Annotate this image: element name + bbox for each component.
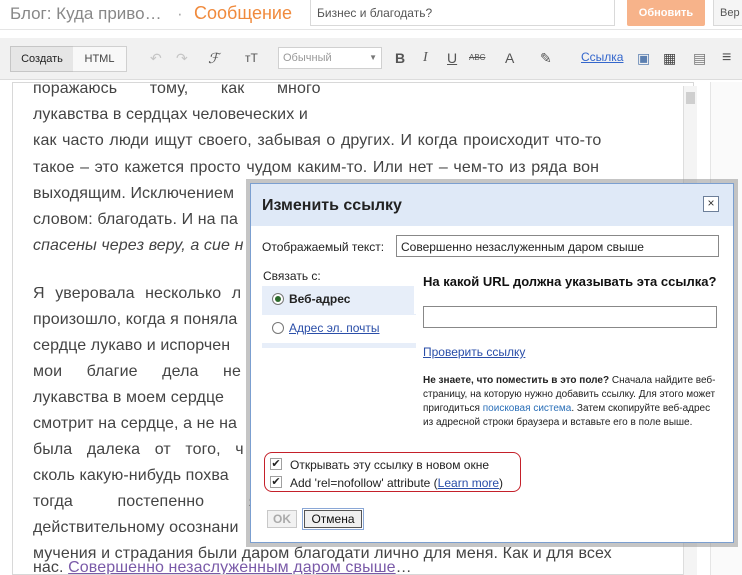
post-link[interactable]: Совершенно незаслуженным даром свыше bbox=[68, 559, 395, 574]
publish-button[interactable]: Обновить bbox=[627, 0, 705, 26]
post-line: сколь какую-нибудь похва bbox=[33, 467, 229, 484]
font-size-icon[interactable]: тТ bbox=[245, 50, 258, 66]
format-select[interactable]: Обычный ▼ bbox=[278, 47, 382, 69]
open-new-window-checkbox[interactable]: ✔ bbox=[270, 458, 282, 470]
post-line: словом: благодать. И на па bbox=[33, 211, 238, 228]
redo-icon[interactable]: ↷ bbox=[176, 50, 188, 66]
post-line: спасены через веру, а сие н bbox=[33, 237, 244, 254]
italic-icon[interactable]: I bbox=[423, 50, 428, 66]
underline-icon[interactable]: U bbox=[447, 50, 457, 66]
post-line: сердце лукаво и испорчен bbox=[33, 337, 231, 354]
text-color-icon[interactable]: A bbox=[505, 50, 514, 66]
radio-email-address[interactable] bbox=[272, 322, 284, 334]
post-text: … bbox=[395, 559, 412, 575]
post-last-line: нас. Совершенно незаслуженным даром свыш… bbox=[33, 558, 412, 575]
post-line: смотрит на сердце, а не на bbox=[33, 415, 238, 432]
preview-button[interactable]: Вер bbox=[713, 0, 742, 26]
ok-button[interactable]: OK bbox=[267, 510, 297, 528]
post-line: поражаюсь тому, как много bbox=[33, 82, 321, 97]
nofollow-label: Add 'rel=nofollow' attribute (Learn more… bbox=[290, 476, 503, 490]
scrollbar-thumb[interactable] bbox=[686, 92, 695, 104]
dialog-header: Изменить ссылку × bbox=[251, 184, 733, 226]
url-input[interactable] bbox=[423, 306, 717, 328]
tab-email-address[interactable]: Адрес эл. почты bbox=[262, 315, 416, 343]
post-line: мои благие дела не bbox=[33, 363, 241, 380]
help-bold: Не знаете, что поместить в это поле? bbox=[423, 375, 610, 386]
tab-email-address-label: Адрес эл. почты bbox=[289, 321, 380, 335]
undo-icon[interactable]: ↶ bbox=[150, 50, 162, 66]
edit-link-dialog: Изменить ссылку × Отображаемый текст: Со… bbox=[250, 183, 734, 543]
display-text-label: Отображаемый текст: bbox=[262, 240, 385, 254]
link-to-label: Связать с: bbox=[263, 269, 321, 283]
post-title-input[interactable]: Бизнес и благодать? bbox=[310, 0, 615, 26]
post-line: Я уверовала несколько л bbox=[33, 285, 242, 302]
image-icon[interactable]: ▣ bbox=[637, 50, 650, 66]
align-icon[interactable]: ≡ bbox=[722, 50, 731, 66]
editor-toolbar: Создать HTML ↶ ↷ ℱ тТ Обычный ▼ B I U AB… bbox=[0, 38, 742, 80]
dialog-title: Изменить ссылку bbox=[262, 197, 402, 214]
top-bar: Блог: Куда приво… · Сообщение Бизнес и б… bbox=[0, 0, 742, 30]
link-button[interactable]: Ссылка bbox=[581, 50, 623, 64]
post-line: лукавства в моем сердце bbox=[33, 389, 225, 406]
post-text: нас. bbox=[33, 559, 64, 575]
learn-more-link[interactable]: Learn more bbox=[438, 476, 499, 490]
radio-web-address[interactable] bbox=[272, 293, 284, 305]
post-line: была далека от того, ч bbox=[33, 441, 244, 458]
post-line: как часто люди ищут своего, забывая о др… bbox=[33, 132, 602, 149]
post-line: действительному осознани bbox=[33, 519, 239, 536]
nofollow-checkbox[interactable]: ✔ bbox=[270, 476, 282, 488]
search-engine-link[interactable]: поисковая система bbox=[483, 403, 572, 414]
blog-title[interactable]: Блог: Куда приво… bbox=[10, 4, 162, 24]
html-mode-button[interactable]: HTML bbox=[73, 46, 127, 72]
font-family-icon[interactable]: ℱ bbox=[208, 50, 219, 66]
video-icon[interactable]: ▦ bbox=[663, 50, 676, 66]
highlight-icon[interactable]: ✎ bbox=[540, 50, 552, 66]
help-text: Не знаете, что поместить в это поле? Сна… bbox=[423, 374, 719, 430]
compose-mode-button[interactable]: Создать bbox=[10, 46, 74, 72]
chevron-down-icon: ▼ bbox=[369, 53, 377, 62]
display-text-input[interactable]: Совершенно незаслуженным даром свыше bbox=[396, 235, 719, 257]
nofollow-prefix: Add 'rel=nofollow' attribute ( bbox=[290, 476, 438, 490]
tab-web-address[interactable]: Веб-адрес bbox=[262, 286, 416, 314]
test-link[interactable]: Проверить ссылку bbox=[423, 345, 525, 359]
format-select-value: Обычный bbox=[283, 52, 332, 64]
title-separator: · bbox=[177, 4, 183, 23]
open-new-window-label: Открывать эту ссылку в новом окне bbox=[290, 458, 490, 472]
nofollow-suffix: ) bbox=[499, 476, 504, 490]
post-line: такое – это кажется просто чудом каким-т… bbox=[33, 159, 600, 176]
tab-web-address-label: Веб-адрес bbox=[289, 292, 351, 306]
close-icon[interactable]: × bbox=[703, 196, 719, 212]
post-kind-label: Сообщение bbox=[194, 3, 292, 23]
jump-break-icon[interactable]: ▤ bbox=[693, 50, 706, 66]
post-line: выходящим. Исключением bbox=[33, 185, 235, 202]
strikethrough-icon[interactable]: ABC bbox=[469, 50, 485, 66]
post-line: произошло, когда я поняла bbox=[33, 311, 238, 328]
post-line: лукавства в сердцах человеческих и bbox=[33, 106, 308, 123]
bold-icon[interactable]: B bbox=[395, 50, 405, 66]
cancel-button[interactable]: Отмена bbox=[302, 508, 364, 530]
post-line: тогда постепенно я bbox=[33, 493, 258, 510]
url-question: На какой URL должна указывать эта ссылка… bbox=[423, 274, 717, 289]
